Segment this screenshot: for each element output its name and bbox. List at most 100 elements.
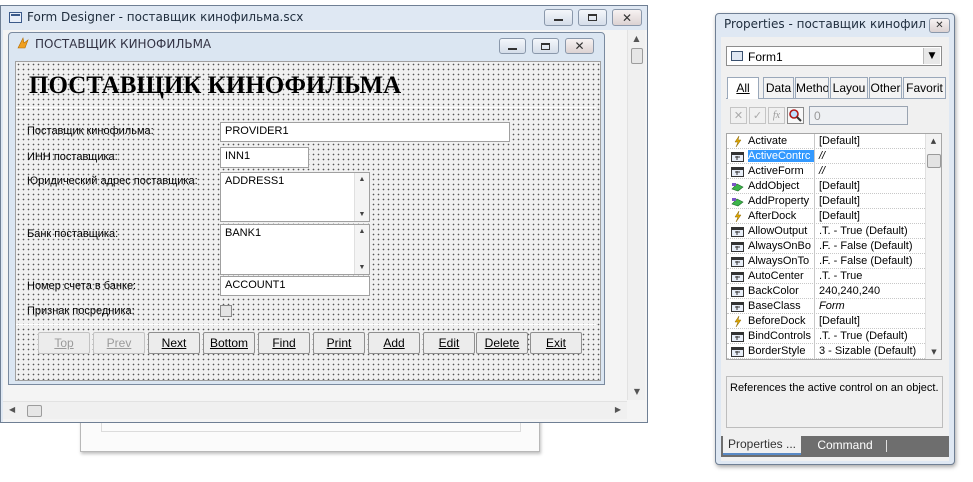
zoom-button[interactable] [787,107,804,124]
close-button[interactable]: ✕ [612,9,642,26]
horizontal-scrollbar[interactable]: ◀ ▶ [3,401,627,419]
scroll-down-icon[interactable]: ▼ [355,264,369,271]
form-maximize-button[interactable] [532,38,559,54]
next-button[interactable]: Next [148,332,200,354]
form-heading: ПОСТАВЩИК КИНОФИЛЬМА [29,72,402,99]
property-grid[interactable]: Activate [Default] ActiveContrc//ActiveFor… [726,133,942,360]
cancel-edit-button[interactable]: ✕ [730,107,747,124]
properties-titlebar[interactable]: Properties - поставщик кинофильма.scx [716,14,954,34]
tab-methods[interactable]: Metho [795,77,829,98]
function-button[interactable]: fx [768,107,785,124]
account-label: Номер счета в банке: [27,280,137,292]
event-icon [731,210,745,222]
bottom-button[interactable]: Bottom [203,332,255,354]
scroll-down-icon[interactable]: ▼ [926,348,941,356]
properties-window: Properties - поставщик кинофильма.scx ✕ … [715,13,955,465]
object-selector[interactable]: Form1 ▼ [726,46,942,66]
property-name: AlwaysOnTo [748,255,810,267]
property-row[interactable]: ActiveContrc// [727,148,925,164]
property-value: [Default] [814,134,925,149]
find-button[interactable]: Find [258,332,310,354]
tab-divider [886,440,887,452]
tab-data[interactable]: Data [763,77,794,98]
scroll-down-icon[interactable]: ▼ [355,211,369,218]
scroll-right-icon[interactable]: ▶ [615,405,621,414]
property-name: AddProperty [748,195,810,207]
tab-properties[interactable]: Properties ... [723,436,801,455]
prop-icon [731,271,745,282]
vertical-scrollbar[interactable]: ▲ ▼ [627,30,645,400]
function-icon: fx [772,110,781,121]
print-button[interactable]: Print [313,332,365,354]
scroll-up-icon[interactable]: ▲ [926,137,941,145]
scroll-up-icon[interactable]: ▲ [355,228,369,235]
delete-button[interactable]: Delete [476,332,528,354]
account-field[interactable]: ACCOUNT1 [220,276,370,296]
design-surface[interactable]: ПОСТАВЩИК КИНОФИЛЬМА Поставщик кинофильм… [15,61,601,381]
bank-field[interactable]: BANK1 ▲ ▼ [220,224,370,275]
property-row[interactable]: AlwaysOnTo .F. - False (Default) [727,253,925,269]
property-name: AutoCenter [748,270,804,282]
property-row[interactable]: ActiveForm // [727,163,925,179]
property-row[interactable]: AddObject [Default] [727,178,925,194]
property-grid-scrollbar[interactable]: ▲ ▼ [925,134,941,359]
scroll-left-icon[interactable]: ◀ [9,405,15,414]
edit-button[interactable]: Edit [423,332,475,354]
bank-scrollbar[interactable]: ▲ ▼ [354,225,369,274]
add-button[interactable]: Add [368,332,420,354]
prop-icon [731,286,745,297]
maximize-icon [541,42,550,50]
address-value: ADDRESS1 [225,175,285,187]
prev-button[interactable]: Prev [93,332,145,354]
address-scrollbar[interactable]: ▲ ▼ [354,173,369,221]
provider-field[interactable]: PROVIDER1 [220,122,510,142]
property-row[interactable]: BindControls .T. - True (Default) [727,328,925,344]
bottom-tab-bar: Properties ... Command [721,436,949,457]
scroll-up-icon[interactable]: ▲ [628,34,645,43]
form-close-button[interactable]: ✕ [565,38,594,54]
vertical-scroll-thumb[interactable] [631,48,643,64]
minimize-icon [554,19,563,21]
property-row[interactable]: AddProperty [Default] [727,193,925,209]
tab-other[interactable]: Other [869,77,902,98]
property-row[interactable]: BeforeDock [Default] [727,313,925,329]
property-row[interactable]: AllowOutput .T. - True (Default) [727,223,925,239]
minimize-button[interactable] [544,9,573,26]
prop-icon [731,301,745,312]
event-icon [731,315,745,327]
exit-button[interactable]: Exit [530,332,582,354]
bottom-separator [16,324,596,325]
prop-icon [731,256,745,267]
top-button[interactable]: Top [38,332,90,354]
properties-close-button[interactable]: ✕ [929,18,950,33]
cancel-icon: ✕ [733,109,744,122]
scroll-up-icon[interactable]: ▲ [355,176,369,183]
property-row[interactable]: AfterDock [Default] [727,208,925,224]
property-row[interactable]: BaseClass Form [727,298,925,314]
property-row[interactable]: BorderStyle 3 - Sizable (Default) [727,343,925,359]
form-minimize-button[interactable] [499,38,526,54]
tab-all[interactable]: All [727,77,759,99]
property-name: ActiveForm [748,165,804,177]
description-panel: References the active control on an obje… [726,376,943,428]
maximize-button[interactable] [578,9,607,26]
accept-edit-button[interactable]: ✓ [749,107,766,124]
property-row[interactable]: BackColor 240,240,240 [727,283,925,299]
tab-command[interactable]: Command [805,436,885,455]
dropdown-arrow-icon[interactable]: ▼ [923,48,940,64]
scroll-down-icon[interactable]: ▼ [628,387,646,396]
properties-body: Form1 ▼ All Data Metho Layou Other Favor… [721,37,949,461]
property-scroll-thumb[interactable] [927,154,941,168]
property-value-box[interactable]: 0 [809,106,908,125]
property-value: 3 - Sizable (Default) [814,343,925,359]
property-row[interactable]: AutoCenter .T. - True [727,268,925,284]
tab-layout[interactable]: Layou [830,77,868,98]
horizontal-scroll-thumb[interactable] [27,405,42,417]
property-row[interactable]: Activate [Default] [727,134,925,149]
inn-field[interactable]: INN1 [220,147,309,168]
address-field[interactable]: ADDRESS1 ▲ ▼ [220,172,370,222]
tab-favorites[interactable]: Favorit [903,77,946,98]
zoom-icon [789,109,802,122]
agent-checkbox[interactable] [220,305,232,317]
property-row[interactable]: AlwaysOnBo .F. - False (Default) [727,238,925,254]
